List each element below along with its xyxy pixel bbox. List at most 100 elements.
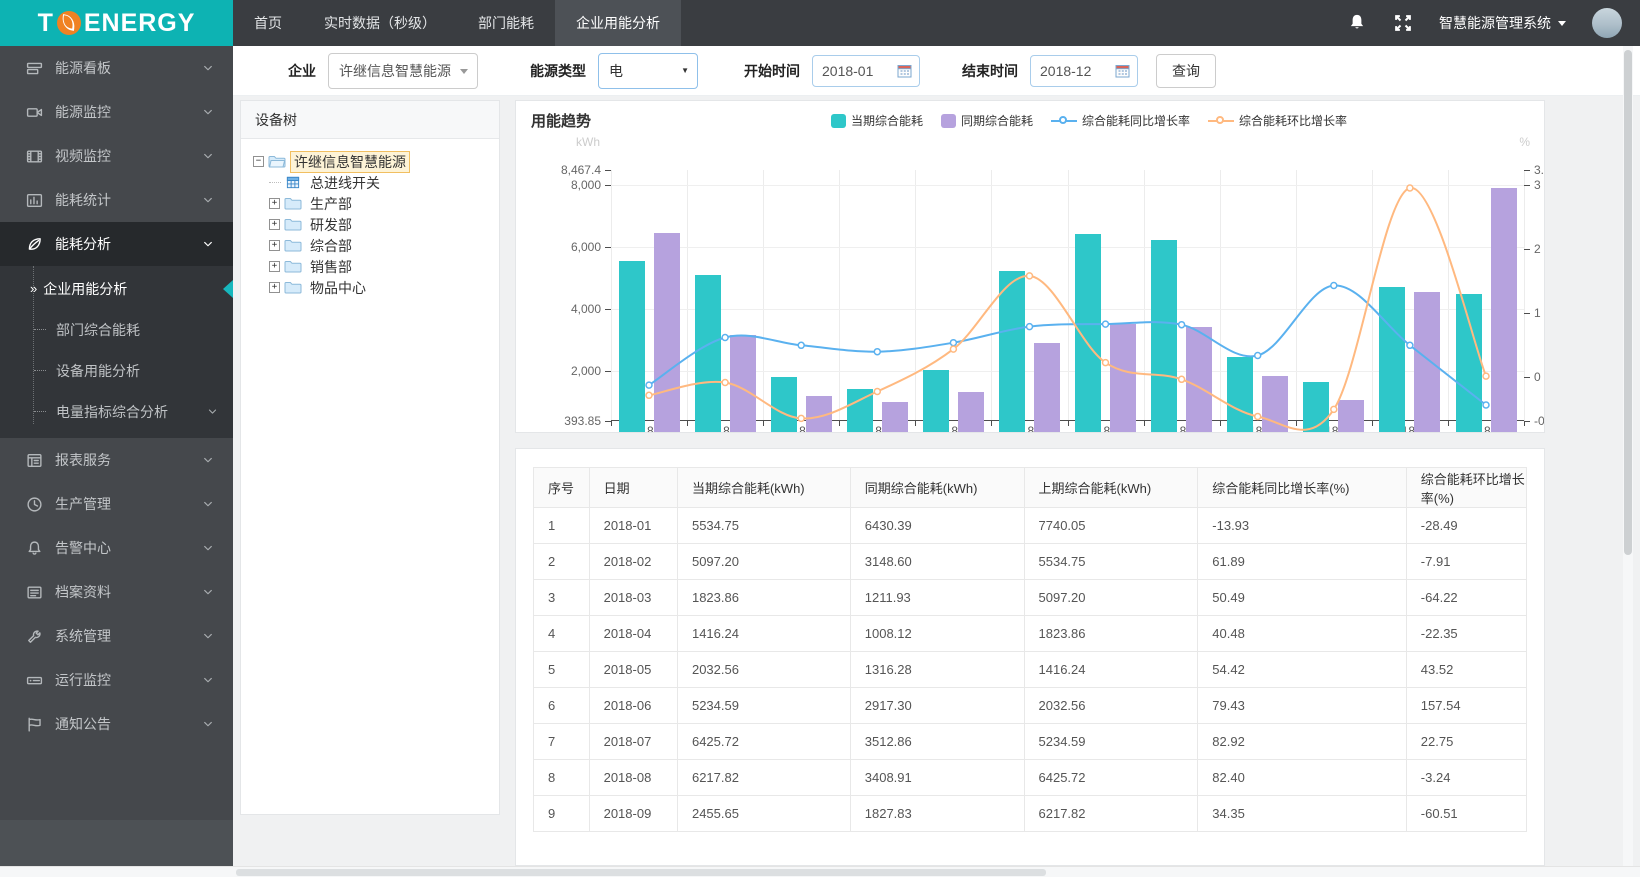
tree-node-label[interactable]: 销售部: [306, 256, 356, 278]
chart-line-marker[interactable]: [873, 347, 882, 356]
horizontal-scrollbar[interactable]: [0, 866, 1640, 877]
notification-bell-icon[interactable]: [1347, 13, 1367, 33]
chart-line-marker[interactable]: [873, 387, 882, 396]
chart-bar[interactable]: [922, 370, 949, 432]
tree-node-label[interactable]: 许继信息智慧能源: [290, 150, 410, 173]
horizontal-scrollbar-thumb[interactable]: [236, 869, 1046, 876]
chart-line-marker[interactable]: [797, 341, 805, 350]
chart-line-marker[interactable]: [1482, 372, 1490, 380]
chart-line-marker[interactable]: [1177, 375, 1186, 384]
sidebar-item[interactable]: 能源监控: [0, 90, 233, 134]
chart-bar[interactable]: [957, 392, 984, 432]
chart-line-marker[interactable]: [1253, 351, 1262, 360]
chart-line-marker[interactable]: [1025, 272, 1034, 280]
chart-line-marker[interactable]: [1406, 184, 1414, 192]
nav-tab[interactable]: 企业用能分析: [555, 0, 681, 46]
chart-line-marker[interactable]: [1406, 341, 1414, 350]
chart-bar[interactable]: [1490, 188, 1517, 432]
collapse-toggle-icon[interactable]: −: [253, 156, 264, 167]
chart-bar[interactable]: [1034, 342, 1060, 432]
nav-tab[interactable]: 实时数据（秒级）: [303, 0, 457, 46]
expand-toggle-icon[interactable]: +: [269, 282, 280, 293]
company-select[interactable]: 许继信息智慧能源: [328, 52, 478, 89]
expand-toggle-icon[interactable]: +: [269, 240, 280, 251]
sidebar-subitem[interactable]: 电量指标综合分析: [0, 391, 233, 432]
expand-toggle-icon[interactable]: +: [269, 261, 280, 272]
chart-bar[interactable]: [1075, 233, 1101, 432]
end-time-input[interactable]: 2018-12: [1030, 54, 1138, 87]
sidebar-item[interactable]: 档案资料: [0, 570, 233, 614]
chevron-down-icon: [204, 109, 212, 115]
chart-line-marker[interactable]: [1025, 322, 1034, 331]
chart-bar[interactable]: [846, 389, 873, 432]
chart-line-marker[interactable]: [1101, 320, 1110, 328]
query-button[interactable]: 查询: [1156, 53, 1216, 88]
chart-bar[interactable]: [1110, 324, 1136, 432]
chart-bar[interactable]: [1227, 356, 1254, 432]
chart-line-marker[interactable]: [1253, 412, 1262, 421]
chart-line-marker[interactable]: [645, 381, 653, 389]
chart-line-marker[interactable]: [949, 338, 958, 347]
chart-bar[interactable]: [881, 401, 908, 432]
legend-item[interactable]: 当期综合能耗: [831, 112, 923, 129]
chart-line-marker[interactable]: [721, 333, 729, 342]
tree-node-label[interactable]: 综合部: [306, 235, 356, 257]
chart-bar[interactable]: [1338, 400, 1365, 432]
chart-bar[interactable]: [1186, 327, 1213, 432]
sidebar-item[interactable]: 告警中心: [0, 526, 233, 570]
sidebar-item[interactable]: 系统管理: [0, 614, 233, 658]
sidebar-item[interactable]: 报表服务: [0, 438, 233, 482]
nav-tab[interactable]: 首页: [233, 0, 303, 46]
start-time-input[interactable]: 2018-01: [812, 54, 920, 87]
vertical-scrollbar[interactable]: [1623, 46, 1633, 866]
sidebar-subitem[interactable]: » 企业用能分析: [0, 268, 233, 309]
legend-item[interactable]: 综合能耗环比增长率: [1208, 112, 1347, 129]
chart-bar[interactable]: [618, 261, 645, 432]
chart-bar[interactable]: [729, 335, 756, 432]
sidebar-subitem[interactable]: 部门综合能耗: [0, 309, 233, 350]
chart-bar[interactable]: [1151, 239, 1178, 432]
chart-plot-area[interactable]: 8,467.48,000 6,000 4,000 2,000 393.85 3.233 2 1…: [561, 163, 1544, 432]
gridline: [611, 170, 612, 421]
legend-item[interactable]: 综合能耗同比增长率: [1051, 112, 1190, 129]
tree-node-label[interactable]: 生产部: [306, 193, 356, 215]
chart-bar[interactable]: [1262, 376, 1289, 432]
system-menu[interactable]: 智慧能源管理系统: [1439, 13, 1566, 33]
vertical-scrollbar-thumb[interactable]: [1624, 50, 1632, 555]
chart-line-marker[interactable]: [1330, 405, 1338, 414]
legend-item[interactable]: 同期综合能耗: [941, 112, 1033, 129]
nav-tab[interactable]: 部门能耗: [457, 0, 555, 46]
energy-type-select[interactable]: 电 ▼: [598, 52, 698, 89]
chart-line-marker[interactable]: [949, 345, 958, 353]
chart-bar[interactable]: [999, 270, 1025, 432]
chart-bar[interactable]: [653, 233, 680, 432]
chart-bar[interactable]: [1379, 287, 1406, 432]
sidebar-item[interactable]: 生产管理: [0, 482, 233, 526]
chart-bar[interactable]: [694, 274, 721, 432]
chart-bar[interactable]: [1455, 293, 1482, 432]
expand-toggle-icon[interactable]: +: [269, 219, 280, 230]
chart-bar[interactable]: [805, 395, 832, 432]
chart-line-marker[interactable]: [645, 391, 653, 400]
chart-line-marker[interactable]: [721, 378, 729, 387]
expand-toggle-icon[interactable]: +: [269, 198, 280, 209]
chart-line-marker[interactable]: [1482, 401, 1490, 409]
sidebar-item[interactable]: 能耗统计: [0, 178, 233, 222]
sidebar-item[interactable]: 视频监控: [0, 134, 233, 178]
tree-node-label[interactable]: 总进线开关: [306, 172, 384, 194]
sidebar-item[interactable]: 能耗分析: [0, 222, 233, 266]
chart-line-marker[interactable]: [1177, 320, 1186, 329]
tree-node-label[interactable]: 物品中心: [306, 277, 370, 299]
chart-bar[interactable]: [1303, 381, 1330, 432]
user-avatar[interactable]: [1592, 8, 1622, 38]
fullscreen-icon[interactable]: [1393, 13, 1413, 33]
sidebar-subitem[interactable]: 设备用能分析: [0, 350, 233, 391]
sidebar-item[interactable]: 能源看板: [0, 46, 233, 90]
tree-node-label[interactable]: 研发部: [306, 214, 356, 236]
chart-bar[interactable]: [1414, 292, 1441, 432]
chart-bar[interactable]: [770, 376, 797, 432]
chart-line-marker[interactable]: [1101, 358, 1110, 367]
sidebar-item[interactable]: 通知公告: [0, 702, 233, 746]
sidebar-item[interactable]: 运行监控: [0, 658, 233, 702]
chart-line-marker[interactable]: [1330, 281, 1338, 290]
